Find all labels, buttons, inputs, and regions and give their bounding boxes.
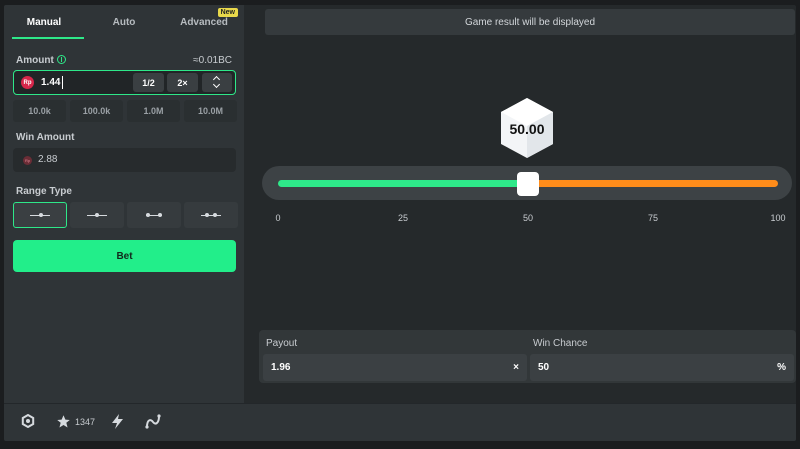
range-outside-icon — [201, 213, 221, 217]
slider-low-track — [278, 180, 528, 187]
payout-value: 1.96 — [271, 362, 291, 373]
range-outside-button[interactable] — [184, 202, 238, 228]
range-right-icon — [87, 213, 107, 217]
text-caret — [62, 76, 63, 89]
bet-button[interactable]: Bet — [13, 240, 236, 272]
win-chance-field[interactable]: 50 % — [530, 354, 794, 381]
payout-field[interactable]: 1.96 × — [263, 354, 527, 381]
amount-stepper[interactable] — [202, 73, 232, 92]
win-amount-label: Win Amount — [16, 132, 75, 143]
win-amount-value: 2.88 — [38, 154, 58, 165]
quick-amount-1m[interactable]: 1.0M — [127, 100, 180, 122]
bet-panel: Manual Auto Advanced New Amount ≈0.01BC … — [4, 5, 244, 403]
amount-approx: ≈0.01BC — [193, 55, 232, 66]
tab-advanced[interactable]: Advanced New — [164, 5, 244, 39]
payout-label: Payout — [266, 338, 298, 349]
range-right-button[interactable] — [70, 202, 124, 228]
win-chance-value: 50 — [538, 362, 550, 373]
mode-tabs: Manual Auto Advanced New — [4, 5, 244, 39]
star-count: 1347 — [75, 417, 96, 427]
settings-icon[interactable] — [21, 414, 35, 428]
slider-tick-label: 100 — [770, 213, 786, 223]
range-inside-icon — [144, 213, 164, 217]
tab-auto[interactable]: Auto — [84, 5, 164, 39]
lightning-icon[interactable] — [111, 414, 124, 429]
currency-icon: Rp — [21, 76, 34, 89]
amount-input[interactable]: 1.44 — [41, 77, 60, 88]
currency-icon: Rp — [23, 156, 32, 165]
chevron-down-icon[interactable] — [212, 80, 221, 89]
quick-amount-10m[interactable]: 10.0M — [184, 100, 237, 122]
stats-panel: Payout 1.96 × Win Chance 50 % — [259, 330, 796, 383]
range-slider[interactable] — [262, 166, 792, 200]
new-badge: New — [217, 8, 238, 17]
app-window: Manual Auto Advanced New Amount ≈0.01BC … — [4, 5, 796, 441]
fairness-icon[interactable] — [145, 414, 161, 429]
quick-amount-100k[interactable]: 100.0k — [70, 100, 123, 122]
tab-advanced-label: Advanced — [180, 16, 228, 28]
win-chance-label: Win Chance — [533, 338, 588, 349]
quick-amount-10k[interactable]: 10.0k — [13, 100, 66, 122]
range-type-label: Range Type — [16, 186, 72, 197]
slider-tick-label: 25 — [397, 213, 409, 223]
range-left-button[interactable] — [13, 202, 67, 228]
slider-handle[interactable] — [517, 172, 539, 196]
payout-unit: × — [513, 362, 519, 373]
slider-high-track — [528, 180, 778, 187]
info-icon[interactable] — [57, 55, 66, 64]
slider-tick-label: 0 — [275, 213, 281, 223]
tab-auto-label: Auto — [112, 16, 136, 28]
star-icon[interactable] — [56, 414, 71, 429]
win-chance-unit: % — [777, 362, 786, 373]
half-amount-button[interactable]: 1/2 — [133, 73, 164, 92]
range-inside-button[interactable] — [127, 202, 181, 228]
footer-bar: 1347 — [4, 403, 796, 441]
game-result-bar: Game result will be displayed — [265, 9, 795, 35]
double-amount-button[interactable]: 2× — [167, 73, 198, 92]
tab-manual[interactable]: Manual — [4, 5, 84, 39]
dice-result-value: 50.00 — [509, 121, 545, 137]
range-left-icon — [30, 213, 50, 217]
slider-tick-label: 50 — [522, 213, 534, 223]
win-amount-field: Rp 2.88 — [13, 148, 236, 172]
tab-manual-label: Manual — [26, 16, 62, 28]
amount-label: Amount — [16, 55, 54, 66]
slider-tick-label: 75 — [647, 213, 659, 223]
amount-input-box[interactable]: Rp 1.44 1/2 2× — [13, 70, 236, 95]
